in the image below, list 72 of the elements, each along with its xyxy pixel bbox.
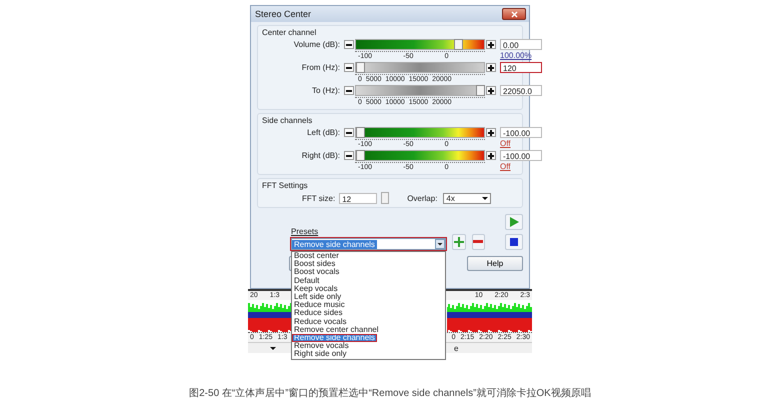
value-field[interactable]: 120 <box>500 62 542 73</box>
increase-button[interactable] <box>486 86 496 95</box>
dropdown-option[interactable]: Remove center channel <box>292 326 445 334</box>
decrease-button[interactable] <box>344 151 354 160</box>
value-link[interactable]: Off <box>500 162 542 170</box>
value-field[interactable]: -100.00 <box>500 150 542 161</box>
combobox-value: Remove side channels <box>292 240 377 248</box>
slider-thumb[interactable] <box>476 85 486 96</box>
figure-caption: 图2-50 在“立体声居中”窗口的预置栏选中“Remove side channels”就可消除卡拉OK视频原唱 <box>188 386 592 400</box>
dropdown-option[interactable]: Boost center <box>292 252 445 260</box>
dropdown-option[interactable]: Boost sides <box>292 260 445 268</box>
add-preset-button[interactable] <box>452 234 466 250</box>
group-title: FFT Settings <box>262 181 309 190</box>
dropdown-value: 4x <box>446 194 455 202</box>
slider-label: Volume (dB): <box>292 40 340 49</box>
increase-button[interactable] <box>486 40 496 49</box>
slider-thumb[interactable] <box>356 127 365 138</box>
dropdown-option[interactable]: Remove side channels <box>292 334 377 342</box>
plus-icon <box>487 128 495 136</box>
plus-icon <box>487 64 495 72</box>
value-field[interactable]: -100.00 <box>500 127 542 138</box>
stop-icon <box>509 237 519 247</box>
slider-thumb[interactable] <box>356 150 365 161</box>
slider-label: Left (dB): <box>306 128 340 137</box>
plus-icon <box>487 152 495 160</box>
fft-size-field[interactable]: 12 <box>339 192 378 204</box>
overlap-dropdown[interactable]: 4x <box>443 192 492 204</box>
close-icon <box>510 10 518 18</box>
plus-icon <box>454 237 464 247</box>
presets-combobox[interactable]: Remove side channels <box>291 238 446 250</box>
dropdown-option[interactable]: Reduce music <box>292 301 445 310</box>
dropdown-option[interactable]: Keep vocals <box>292 284 445 294</box>
slider-thumb[interactable] <box>356 62 365 73</box>
group-title: Side channels <box>262 116 314 125</box>
play-icon <box>509 217 519 227</box>
slider-label: To (Hz): <box>311 86 340 95</box>
close-button[interactable] <box>502 8 526 20</box>
dropdown-option[interactable]: Reduce sides <box>292 309 445 318</box>
presets-label: Presets <box>291 227 320 236</box>
caret-icon <box>270 346 276 350</box>
value-link[interactable]: 100.00% <box>500 50 542 60</box>
field-label: FFT size: <box>302 194 336 202</box>
dropdown-option[interactable]: Boost vocals <box>292 268 445 277</box>
value-field[interactable]: 22050.0 <box>500 85 542 96</box>
slider-label: Right (dB): <box>300 151 340 160</box>
caret-icon <box>482 196 488 200</box>
plus-icon <box>487 40 495 48</box>
group-title: Center channel <box>262 28 318 37</box>
increase-button[interactable] <box>486 63 496 72</box>
help-button[interactable]: Help <box>467 256 523 271</box>
remove-preset-button[interactable] <box>472 234 485 250</box>
increase-button[interactable] <box>486 151 496 160</box>
field-label: Overlap: <box>407 194 438 202</box>
decrease-button[interactable] <box>344 86 354 95</box>
decrease-button[interactable] <box>344 63 354 72</box>
dropdown-option[interactable]: Reduce vocals <box>292 318 445 326</box>
slider-label: From (Hz): <box>300 63 340 72</box>
window-title: Stereo Center <box>255 9 312 19</box>
increase-button[interactable] <box>486 128 496 137</box>
status-text: e <box>454 344 458 352</box>
dropdown-option[interactable]: Right side only <box>292 350 445 359</box>
dropdown-option[interactable]: Left side only <box>292 293 445 302</box>
slider-thumb[interactable] <box>454 39 464 50</box>
waveform-drawing <box>248 300 292 332</box>
dropdown-option[interactable]: Remove vocals <box>292 342 445 350</box>
decrease-button[interactable] <box>344 128 354 137</box>
stop-button[interactable] <box>505 234 523 250</box>
dropdown-option[interactable]: Default <box>292 276 445 285</box>
plus-icon <box>487 86 495 94</box>
value-field[interactable]: 0.00 <box>500 39 542 50</box>
value-link[interactable]: Off <box>500 138 542 148</box>
decrease-button[interactable] <box>344 40 354 49</box>
